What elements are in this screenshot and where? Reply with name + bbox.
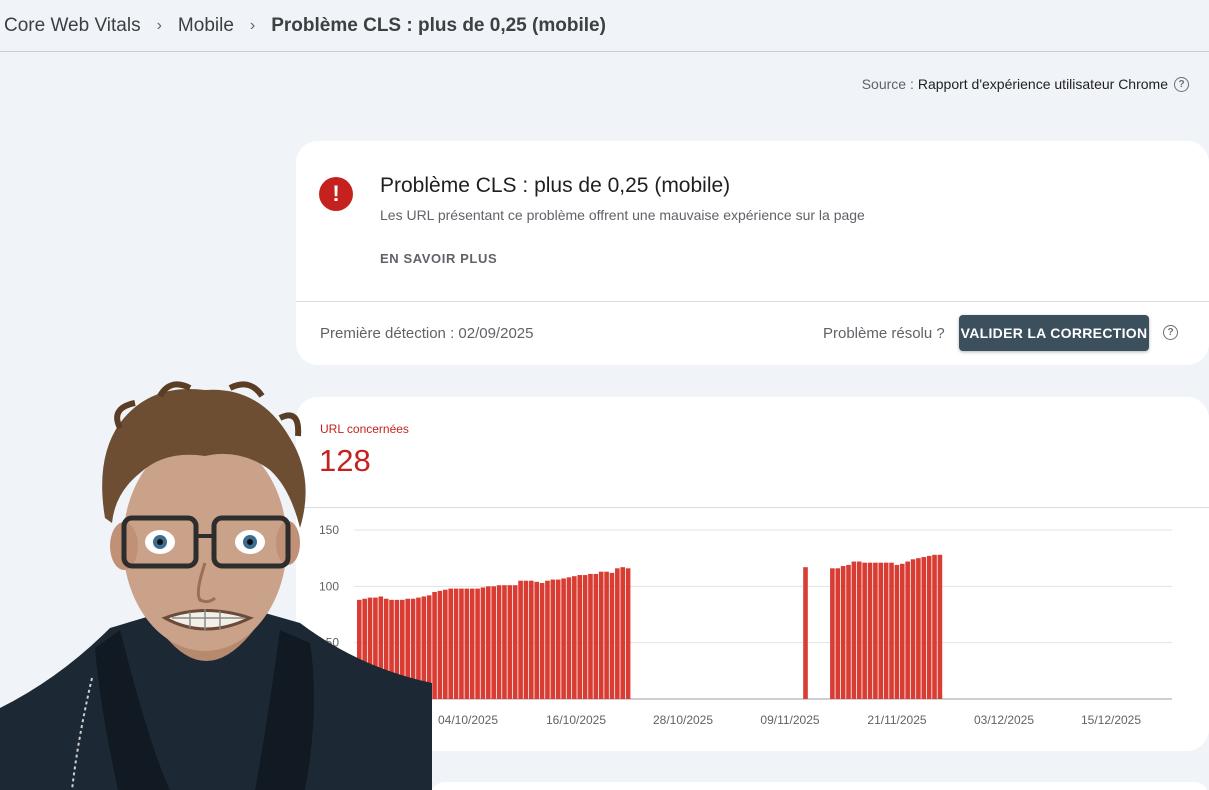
chart-bar[interactable] bbox=[851, 561, 857, 699]
breadcrumb: Core Web Vitals › Mobile › Problème CLS … bbox=[0, 0, 1209, 52]
chevron-right-icon: › bbox=[156, 16, 162, 34]
chart-bar[interactable] bbox=[453, 588, 459, 699]
chart-bar[interactable] bbox=[529, 580, 534, 699]
chart-bar[interactable] bbox=[867, 562, 873, 699]
chart-bar[interactable] bbox=[878, 562, 884, 699]
source-info: Source : Rapport d'expérience utilisateu… bbox=[862, 76, 1189, 92]
chart-bar[interactable] bbox=[539, 582, 545, 699]
chart-bar[interactable] bbox=[572, 576, 577, 699]
chart-bar[interactable] bbox=[534, 581, 540, 699]
resolved-question: Problème résolu ? bbox=[823, 325, 945, 342]
chart-bar[interactable] bbox=[830, 568, 835, 699]
chart-bar[interactable] bbox=[921, 557, 927, 699]
error-exclamation-icon: ! bbox=[319, 177, 353, 211]
chart-bar[interactable] bbox=[443, 589, 448, 699]
chevron-right-icon: › bbox=[249, 16, 256, 34]
issue-description: Les URL présentant ce problème offrent u… bbox=[380, 207, 865, 223]
chart-bar[interactable] bbox=[937, 554, 943, 699]
chart-bar[interactable] bbox=[862, 562, 867, 699]
chart-bar[interactable] bbox=[932, 554, 937, 699]
issue-card: ! Problème CLS : plus de 0,25 (mobile) L… bbox=[296, 141, 1209, 365]
affected-urls-chart: 5010015004/10/2025 16/10/2025 28/10/2025 09… bbox=[319, 523, 1172, 727]
chart-bar[interactable] bbox=[894, 564, 900, 699]
chart-bar[interactable] bbox=[577, 575, 583, 699]
affected-urls-card: URL concernées 128 50 100 150 04/10/2025 16/… bbox=[296, 397, 1209, 751]
chart-bar[interactable] bbox=[916, 558, 921, 699]
source-value: Rapport d'expérience utilisateur Chrome bbox=[917, 76, 1168, 92]
chart-bar[interactable] bbox=[598, 571, 604, 699]
chart-bar[interactable] bbox=[518, 580, 523, 699]
chart-bar[interactable] bbox=[555, 579, 561, 699]
chart-bar[interactable] bbox=[625, 568, 631, 699]
chart-bar[interactable] bbox=[588, 573, 593, 699]
breadcrumb-item-core-web-vitals[interactable]: Core Web Vitals bbox=[4, 15, 141, 37]
chart-bar[interactable] bbox=[469, 588, 475, 699]
presenter-photo bbox=[0, 381, 432, 790]
divider bbox=[296, 301, 1209, 302]
chart-bar[interactable] bbox=[926, 555, 932, 699]
chart-bar[interactable] bbox=[873, 562, 878, 699]
x-tick-label: 04/10/2025 bbox=[438, 713, 498, 727]
chart-bar[interactable] bbox=[593, 573, 599, 699]
validate-correction-button[interactable]: VALIDER LA CORRECTION bbox=[959, 315, 1149, 351]
chart-bar[interactable] bbox=[432, 591, 437, 699]
chart-bar[interactable] bbox=[609, 572, 615, 699]
chart-bar[interactable] bbox=[604, 571, 609, 699]
learn-more-link[interactable]: EN SAVOIR PLUS bbox=[380, 251, 497, 266]
chart-bar[interactable] bbox=[502, 585, 507, 699]
x-tick-label: 03/12/2025 bbox=[974, 713, 1034, 727]
chart-bar[interactable] bbox=[464, 588, 470, 699]
page-title: Problème CLS : plus de 0,25 (mobile) bbox=[271, 14, 606, 36]
chart-bar[interactable] bbox=[496, 585, 502, 699]
chart-bar[interactable] bbox=[480, 587, 486, 699]
chart-bar[interactable] bbox=[561, 578, 566, 699]
chart-bar[interactable] bbox=[856, 561, 862, 699]
chart-bar[interactable] bbox=[459, 588, 464, 699]
help-circle-icon[interactable]: ? bbox=[1163, 325, 1178, 340]
chart-bar[interactable] bbox=[835, 568, 841, 699]
issue-title: Problème CLS : plus de 0,25 (mobile) bbox=[380, 174, 731, 197]
chart-bar[interactable] bbox=[550, 579, 556, 699]
chart-bar[interactable] bbox=[486, 586, 491, 699]
chart-bar[interactable] bbox=[507, 585, 513, 699]
first-detection: Première détection : 02/09/2025 bbox=[320, 325, 534, 342]
x-tick-label: 15/12/2025 bbox=[1081, 713, 1141, 727]
chart-bar[interactable] bbox=[448, 588, 453, 699]
chart-bar[interactable] bbox=[475, 588, 480, 699]
chart-bar[interactable] bbox=[905, 561, 910, 699]
chart-bar[interactable] bbox=[491, 586, 496, 699]
x-tick-label: 28/10/2025 bbox=[653, 713, 713, 727]
chart-bar[interactable] bbox=[582, 575, 588, 699]
x-tick-label: 21/11/2025 bbox=[867, 713, 926, 727]
breadcrumb-item-mobile[interactable]: Mobile bbox=[178, 15, 234, 37]
chart-bar[interactable] bbox=[883, 562, 889, 699]
next-card bbox=[430, 782, 1209, 790]
chart-bar[interactable] bbox=[620, 567, 626, 699]
chart-bar[interactable] bbox=[803, 567, 808, 699]
chart-bar[interactable] bbox=[846, 564, 851, 699]
x-tick-label: 09/11/2025 bbox=[760, 713, 819, 727]
chart-bar[interactable] bbox=[566, 577, 572, 699]
chart-bar[interactable] bbox=[889, 562, 894, 699]
chart-bar[interactable] bbox=[615, 568, 620, 699]
chart-bar[interactable] bbox=[840, 566, 846, 699]
chart-bar[interactable] bbox=[899, 563, 905, 699]
chart-bar[interactable] bbox=[512, 585, 518, 699]
chart-bar[interactable] bbox=[545, 580, 550, 699]
help-circle-icon[interactable]: ? bbox=[1174, 76, 1189, 92]
x-tick-label: 16/10/2025 bbox=[546, 713, 606, 727]
source-label: Source : bbox=[861, 76, 914, 92]
chart-bar[interactable] bbox=[523, 580, 529, 699]
chart-bar[interactable] bbox=[437, 590, 443, 699]
chart-bar[interactable] bbox=[910, 559, 916, 699]
